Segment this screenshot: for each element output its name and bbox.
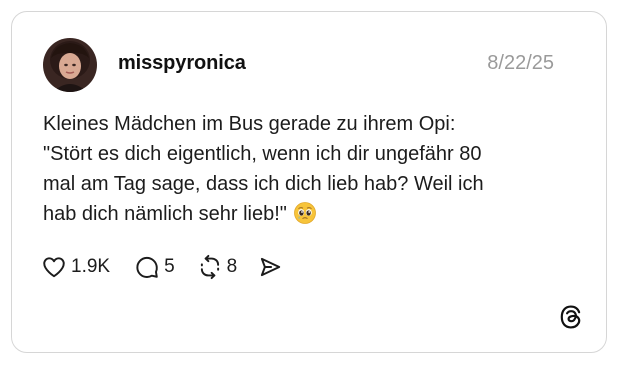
avatar[interactable] — [43, 38, 97, 92]
threads-logo-icon[interactable] — [558, 304, 584, 330]
post-date: 8/22/25 — [487, 52, 554, 74]
post-text-line: Kleines Mädchen im Bus gerade zu ihrem O… — [43, 113, 456, 135]
pleading-face-emoji — [294, 202, 317, 224]
post-text-line: hab dich nämlich sehr lieb!" — [43, 203, 287, 225]
repost-icon — [197, 254, 223, 280]
share-icon — [257, 254, 283, 280]
post-text-line: mal am Tag sage, dass ich dich lieb hab?… — [43, 173, 484, 195]
share-button[interactable] — [257, 254, 283, 280]
like-button[interactable]: 1.9K — [41, 254, 110, 280]
post-text-line-last: hab dich nämlich sehr lieb!" — [43, 199, 583, 229]
post-text-line: "Stört es dich eigentlich, wenn ich dir … — [43, 143, 482, 165]
post-text: Kleines Mädchen im Bus gerade zu ihrem O… — [43, 109, 583, 229]
reply-button[interactable]: 5 — [134, 254, 175, 280]
heart-icon — [41, 254, 67, 280]
comment-icon — [134, 254, 160, 280]
post-actions: 1.9K 5 8 — [41, 253, 283, 281]
repost-button[interactable]: 8 — [197, 254, 238, 280]
repost-count: 8 — [226, 256, 238, 277]
post-card[interactable]: misspyronica 8/22/25 Kleines Mädchen im … — [11, 11, 607, 353]
reply-count: 5 — [164, 256, 175, 277]
username[interactable]: misspyronica — [118, 52, 246, 75]
like-count: 1.9K — [71, 256, 111, 277]
